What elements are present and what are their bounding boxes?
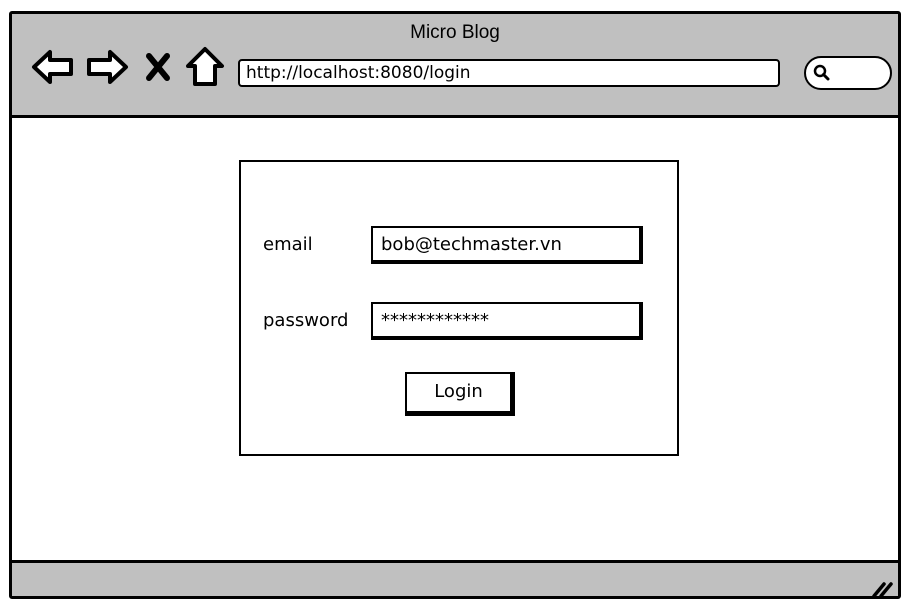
login-button[interactable]: Login [405,372,515,416]
close-x-icon [146,53,170,81]
back-arrow-icon [32,50,73,84]
address-bar[interactable] [238,59,780,87]
password-field[interactable] [371,302,643,340]
back-button[interactable] [30,44,76,90]
email-field[interactable] [371,226,643,264]
window-title: Micro Blog [410,22,500,43]
resize-grip-icon[interactable] [870,576,894,598]
forward-arrow-icon [87,50,128,84]
email-label: email [263,234,313,255]
browser-search-box[interactable] [804,56,892,90]
forward-button[interactable] [84,44,130,90]
password-label: password [263,310,349,331]
login-form: email password Login [239,160,679,456]
home-button[interactable] [182,44,228,90]
browser-toolbar: Micro Blog [12,14,898,118]
home-icon [186,47,224,86]
browser-window: Micro Blog http://localhost:8080/login e… [9,11,901,599]
stop-button[interactable] [138,44,178,90]
page-content: email password Login [12,118,898,560]
search-icon [813,64,830,81]
status-bar [12,560,898,598]
